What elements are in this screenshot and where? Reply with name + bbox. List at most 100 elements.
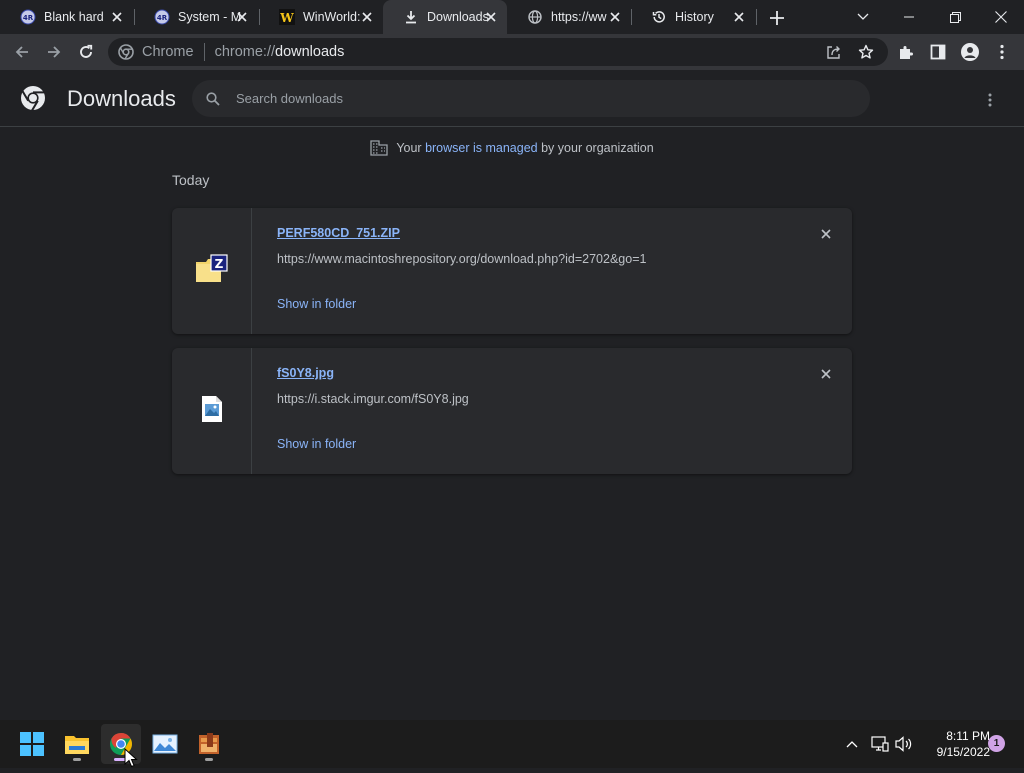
show-in-folder-link[interactable]: Show in folder — [277, 297, 356, 311]
speaker-icon — [895, 736, 912, 752]
reload-button[interactable] — [72, 38, 100, 66]
svg-text:4R: 4R — [157, 14, 168, 22]
taskbar-file-explorer[interactable] — [57, 724, 97, 764]
back-button[interactable] — [8, 38, 36, 66]
remove-download-button[interactable] — [818, 366, 834, 382]
managed-prefix: Your — [396, 141, 422, 155]
show-hidden-icons-button[interactable] — [842, 734, 862, 754]
close-icon — [821, 229, 831, 239]
search-input[interactable] — [236, 91, 836, 106]
zip-folder-icon: Z — [195, 253, 229, 289]
close-icon[interactable] — [607, 9, 623, 25]
tab-history[interactable]: History — [631, 0, 755, 34]
close-icon[interactable] — [359, 9, 375, 25]
tab-blank-hard[interactable]: 4R Blank hard — [0, 0, 133, 34]
chrome-icon — [118, 44, 134, 60]
image-file-icon — [201, 395, 223, 428]
restore-icon — [949, 11, 961, 23]
notification-badge[interactable]: 1 — [988, 735, 1005, 752]
side-panel-button[interactable] — [924, 38, 952, 66]
close-icon[interactable] — [109, 9, 125, 25]
arrow-right-icon — [48, 46, 61, 58]
archive-app-icon — [199, 733, 219, 754]
taskbar-archive-app[interactable] — [189, 724, 229, 764]
url-text[interactable]: chrome://downloads — [215, 44, 345, 60]
chrome-menu-button[interactable] — [988, 38, 1016, 66]
svg-text:4R: 4R — [23, 14, 34, 22]
file-source-url[interactable]: https://i.stack.imgur.com/fS0Y8.jpg — [277, 392, 469, 406]
close-icon[interactable] — [731, 9, 747, 25]
file-name-link[interactable]: fS0Y8.jpg — [277, 366, 334, 380]
kebab-menu-icon — [988, 93, 992, 107]
network-icon — [871, 736, 889, 752]
search-icon — [204, 90, 222, 108]
tab-https[interactable]: https://ww — [507, 0, 631, 34]
managed-notice: Your browser is managed by your organiza… — [0, 140, 1024, 156]
profile-button[interactable] — [956, 38, 984, 66]
site-info[interactable]: Chrome — [118, 43, 215, 61]
show-in-folder-link[interactable]: Show in folder — [277, 437, 356, 451]
avatar — [961, 43, 979, 61]
extensions-button[interactable] — [892, 38, 920, 66]
address-bar[interactable]: Chrome chrome://downloads — [108, 38, 888, 66]
globe-icon — [527, 9, 543, 25]
svg-text:W: W — [279, 11, 294, 25]
taskbar-photos[interactable] — [145, 724, 185, 764]
bookmark-star-icon[interactable] — [858, 44, 874, 60]
browser-toolbar: Chrome chrome://downloads — [0, 34, 1024, 70]
window-close-button[interactable] — [978, 0, 1024, 34]
network-button[interactable] — [870, 734, 890, 754]
file-explorer-icon — [65, 736, 89, 754]
site-label: Chrome — [142, 44, 194, 60]
tab-winworld[interactable]: W WinWorld: — [259, 0, 383, 34]
file-icon-container: Z — [172, 208, 252, 334]
system-clock[interactable]: 8:11 PM 9/15/2022 — [918, 728, 990, 760]
close-icon[interactable] — [483, 9, 499, 25]
volume-button[interactable] — [894, 734, 914, 754]
forward-button[interactable] — [40, 38, 68, 66]
kebab-menu-icon — [1000, 44, 1004, 60]
downloads-header: Downloads — [0, 70, 1024, 127]
clock-time: 8:11 PM — [946, 729, 990, 743]
url-path: downloads — [275, 44, 345, 60]
file-source-url[interactable]: https://www.macintoshrepository.org/down… — [277, 252, 646, 266]
downloads-menu-button[interactable] — [978, 88, 1002, 112]
plus-icon — [770, 11, 784, 25]
search-downloads[interactable] — [192, 80, 870, 117]
managed-link[interactable]: browser is managed — [425, 141, 538, 155]
file-icon-container — [172, 348, 252, 474]
close-icon — [995, 11, 1007, 23]
building-icon — [370, 140, 388, 156]
start-button[interactable] — [12, 724, 52, 764]
clock-date: 9/15/2022 — [936, 745, 990, 759]
chrome-logo-icon — [20, 85, 46, 112]
side-panel-icon — [930, 44, 946, 60]
minimize-icon — [904, 16, 914, 18]
url-scheme: chrome:// — [214, 44, 276, 60]
file-name-link[interactable]: PERF580CD_751.ZIP — [277, 226, 400, 240]
chevron-up-icon — [846, 741, 858, 748]
windows-start-icon — [20, 732, 44, 756]
reload-icon — [80, 44, 93, 58]
download-item: Z PERF580CD_751.ZIP https://www.macintos… — [172, 208, 852, 334]
managed-suffix: by your organization — [541, 141, 654, 155]
share-icon[interactable] — [826, 44, 842, 60]
windows-taskbar: 8:11 PM 9/15/2022 — [0, 720, 1024, 768]
tab-strip: 4R Blank hard 4R System - M W WinWorld: … — [0, 0, 1024, 34]
globe-tech-icon: 4R — [20, 9, 36, 25]
new-tab-button[interactable] — [766, 7, 788, 29]
globe-tech-icon: 4R — [154, 9, 170, 25]
tab-system[interactable]: 4R System - M — [134, 0, 258, 34]
restore-button[interactable] — [932, 0, 978, 34]
winworld-icon: W — [279, 9, 295, 25]
download-item: fS0Y8.jpg https://i.stack.imgur.com/fS0Y… — [172, 348, 852, 474]
svg-text:Z: Z — [214, 257, 223, 271]
history-icon — [651, 9, 667, 25]
close-icon[interactable] — [234, 9, 250, 25]
chevron-down-icon — [857, 13, 869, 20]
download-icon — [403, 9, 419, 25]
tab-search-button[interactable] — [840, 0, 886, 34]
minimize-button[interactable] — [886, 0, 932, 34]
remove-download-button[interactable] — [818, 226, 834, 242]
tab-downloads[interactable]: Downloads — [383, 0, 507, 34]
